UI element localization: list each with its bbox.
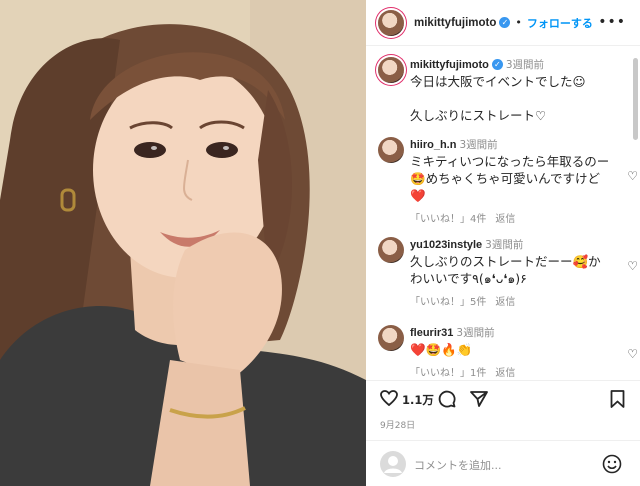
avatar[interactable] xyxy=(378,237,404,263)
comment-body: yu1023instyle 3週間前 久しぶりのストレートだーー🥰かわいいです٩(… xyxy=(410,237,610,308)
comment-header: fleurir31 3週間前 xyxy=(410,325,610,341)
reply-button[interactable]: 返信 xyxy=(495,368,515,377)
header-meta: mikittyfujimoto ✓ • フォローする xyxy=(414,15,593,31)
comments-list[interactable]: mikittyfujimoto ✓ 3週間前 今日は大阪でイベントでした☺︎ 久しぶ… xyxy=(366,47,640,377)
like-count[interactable]: 1.1万 xyxy=(402,392,434,408)
follow-button[interactable]: フォローする xyxy=(527,15,593,31)
bookmark-icon[interactable] xyxy=(610,390,625,412)
comment-header: mikittyfujimoto ✓ 3週間前 xyxy=(410,57,610,73)
comment-text: ❤️🤩🔥👏 xyxy=(410,342,473,357)
portrait-illustration xyxy=(0,0,366,486)
avatar[interactable] xyxy=(378,137,404,163)
reply-button[interactable]: 返信 xyxy=(495,297,515,308)
like-count-link[interactable]: 「いいね！」5件 xyxy=(410,297,486,308)
header-username[interactable]: mikittyfujimoto xyxy=(414,17,496,29)
post-header: mikittyfujimoto ✓ • フォローする ••• xyxy=(366,0,640,46)
post-date[interactable]: 9月28日 xyxy=(380,418,415,431)
comment-time[interactable]: 3週間前 xyxy=(459,139,497,151)
like-count-link[interactable]: 「いいね！」4件 xyxy=(410,214,486,225)
comment-body: hiiro_h.n 3週間前 ミキティいつになったら年取るのー🤩めちゃくちゃ可愛い… xyxy=(410,137,610,225)
share-icon[interactable] xyxy=(470,390,488,412)
heart-icon[interactable]: ♡ xyxy=(627,347,638,361)
avatar[interactable] xyxy=(378,9,404,36)
comment-text: ミキティいつになったら年取るのー🤩めちゃくちゃ可愛いんですけど❤️ xyxy=(410,154,610,203)
comment-username[interactable]: yu1023instyle xyxy=(410,239,482,251)
verified-icon: ✓ xyxy=(499,17,511,28)
emoji-icon[interactable] xyxy=(602,454,622,478)
comment-icon[interactable] xyxy=(438,390,456,412)
like-count-link[interactable]: 「いいね！」1件 xyxy=(410,368,486,377)
comment-time[interactable]: 3週間前 xyxy=(485,239,523,251)
comment-meta: 「いいね！」1件 返信 xyxy=(410,364,610,377)
comment-time[interactable]: 3週間前 xyxy=(456,327,494,339)
heart-icon[interactable]: ♡ xyxy=(627,259,638,273)
comment-username[interactable]: fleurir31 xyxy=(410,327,453,339)
comment-header: yu1023instyle 3週間前 xyxy=(410,237,610,253)
heart-icon[interactable] xyxy=(380,390,398,410)
avatar[interactable] xyxy=(378,325,404,351)
more-horizontal-icon[interactable]: ••• xyxy=(598,14,626,30)
comment-text: 久しぶりのストレートだーー🥰かわいいです٩(๑❛ᴗ❛๑)۶ xyxy=(410,254,601,286)
comment-body: mikittyfujimoto ✓ 3週間前 今日は大阪でイベントでした☺︎ 久しぶ… xyxy=(410,57,610,124)
comment-text: 今日は大阪でイベントでした☺︎ 久しぶりにストレート♡ xyxy=(410,74,586,123)
comment-time[interactable]: 3週間前 xyxy=(506,59,544,71)
avatar[interactable] xyxy=(378,57,404,83)
verified-icon: ✓ xyxy=(491,59,503,70)
comment-body: fleurir31 3週間前 ❤️🤩🔥👏 「いいね！」1件 返信 xyxy=(410,325,610,377)
comment-username[interactable]: hiiro_h.n xyxy=(410,139,456,151)
action-bar: 1.1万 xyxy=(366,380,640,414)
comment-header: hiiro_h.n 3週間前 xyxy=(410,137,610,153)
scrollbar[interactable] xyxy=(633,58,638,140)
heart-icon[interactable]: ♡ xyxy=(627,169,638,183)
post-sidebar: mikittyfujimoto ✓ • フォローする ••• mikittyfu… xyxy=(366,0,640,486)
comment-input[interactable]: コメントを追加... xyxy=(414,457,502,473)
user-avatar-icon xyxy=(380,451,406,481)
reply-button[interactable]: 返信 xyxy=(495,214,515,225)
separator-dot: • xyxy=(515,16,522,29)
comment-username[interactable]: mikittyfujimoto xyxy=(410,59,489,71)
comment-meta: 「いいね！」5件 返信 xyxy=(410,293,610,308)
comment-meta: 「いいね！」4件 返信 xyxy=(410,210,610,225)
add-comment-bar: コメントを追加... xyxy=(366,440,640,486)
post-photo[interactable] xyxy=(0,0,366,486)
